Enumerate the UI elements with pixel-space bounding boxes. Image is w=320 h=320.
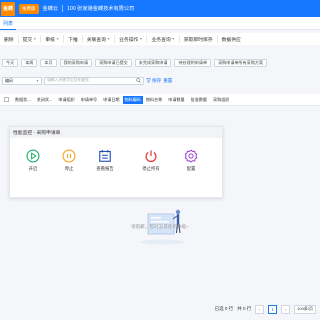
filter-chip[interactable]: 未完成采购申请	[134, 59, 172, 67]
toolbar-button[interactable]: 数据供应	[218, 35, 245, 43]
save-scheme-button[interactable]: 保存	[146, 78, 161, 84]
toolbar-button[interactable]: 审核 ▼	[41, 35, 65, 43]
stop-action[interactable]: 停止	[54, 149, 84, 172]
config-action[interactable]: 配置	[176, 149, 206, 172]
filter-chip[interactable]: 今天	[2, 59, 19, 67]
search-placeholder: 请输入关键字后回车查找	[47, 78, 89, 82]
column-header[interactable]: 关闭状...	[34, 97, 56, 103]
start-action[interactable]: 开启	[18, 149, 48, 172]
pause-circle-icon	[62, 149, 76, 163]
total-count: 共 0 行	[237, 306, 252, 311]
save-label: 保存	[152, 77, 162, 83]
column-header[interactable]: 申请单号	[78, 97, 100, 103]
chevron-down-icon: ▼	[106, 37, 111, 41]
toolbar-button[interactable]: 提交 ▼	[19, 35, 42, 43]
column-header[interactable]: 申请数量	[165, 97, 187, 103]
toolbar-button-label: 数据供应	[221, 37, 241, 43]
app-logo[interactable]: 金蝶	[1, 1, 15, 16]
search-icon[interactable]	[136, 78, 141, 83]
chevron-down-icon: ▼	[35, 78, 39, 83]
toolbar-button-label: 业务查询	[151, 37, 171, 43]
quick-filters: 今天 本周 本月 我的采购申请 采购申请已提交 未完成采购申请 待处理的申请单 采购申请单所有…	[0, 57, 320, 69]
empty-state-message: 很抱歉，暂时没有任何数据~	[131, 224, 189, 229]
toolbar-button[interactable]: 业务操作 ▼	[115, 35, 148, 43]
report-list-icon	[99, 150, 111, 162]
org-name[interactable]: 100 张家港金蝶技术有限公司	[67, 5, 134, 12]
tab-bar: 列表	[0, 17, 320, 30]
next-page-button[interactable]: ›	[281, 304, 291, 314]
tab-list[interactable]: 列表	[0, 17, 17, 30]
search-field-select[interactable]: 编码 ▼	[2, 76, 42, 85]
start-label: 开启	[28, 166, 38, 171]
stop-label: 停止	[64, 166, 74, 171]
column-header[interactable]: 申请组织	[55, 97, 77, 103]
config-label: 配置	[186, 166, 196, 171]
chevron-down-icon: ▼	[55, 37, 60, 41]
view-report-action[interactable]: 查看报告	[90, 149, 120, 172]
column-header[interactable]: 物料编码	[122, 95, 143, 104]
toolbar-button-label: 关联查询	[86, 37, 106, 43]
select-all-checkbox[interactable]	[4, 97, 9, 102]
toolbar-button-label: 业务操作	[119, 37, 139, 43]
current-page[interactable]: 1	[268, 304, 278, 314]
search-field-value: 编码	[5, 77, 13, 83]
selected-count: 已选 0 行	[214, 306, 234, 311]
filter-icon	[146, 78, 151, 83]
filter-chip[interactable]: 本月	[40, 59, 57, 67]
dialog-title: 性能监控 - 采购申请单	[10, 127, 222, 138]
power-icon	[145, 150, 157, 163]
play-circle-icon	[26, 149, 40, 163]
chevron-down-icon: ▼	[33, 37, 37, 41]
reset-button[interactable]: 重置	[163, 78, 172, 84]
trial-badge[interactable]: 免费版	[19, 3, 39, 14]
filter-chip[interactable]: 待处理的申请单	[174, 59, 212, 67]
toolbar-button-label: 提交	[22, 37, 33, 43]
column-header[interactable]: 数据状...	[12, 97, 34, 103]
app-name[interactable]: 金蝶云	[43, 5, 59, 12]
chevron-down-icon: ▼	[171, 37, 175, 41]
pagination-bar: 已选 0 行 共 0 行 ‹ 1 › 100条/页	[0, 302, 320, 316]
toolbar-button[interactable]: 关联查询 ▼	[83, 35, 116, 43]
filter-chip[interactable]: 采购申请单所有采购方案	[214, 59, 268, 67]
toolbar-button[interactable]: 下推	[64, 35, 83, 43]
chevron-down-icon: ▼	[139, 37, 143, 41]
table-header: 数据状... 关闭状... 申请组织 申请单号 申请日期 物料编码 物料名称 申请数量 批准数量…	[0, 94, 320, 106]
filter-chip[interactable]: 本周	[21, 59, 38, 67]
column-header[interactable]: 采购组织	[210, 97, 232, 103]
toolbar-button-label: 删除	[4, 37, 14, 43]
toolbar-button-label: 审核	[45, 37, 55, 43]
view-report-label: 查看报告	[96, 166, 114, 171]
toolbar: 删除 提交 ▼ 审核 ▼ 下推 关联查询 ▼ 业务操作 ▼ 业务查询 ▼ 获取即时库存 数据供应	[0, 33, 320, 45]
filter-chip[interactable]: 我的采购申请	[59, 59, 93, 67]
stop-all-action[interactable]: 停止所有	[136, 149, 166, 172]
settings-gear-icon	[184, 149, 198, 163]
performance-monitor-dialog: 性能监控 - 采购申请单 开启 停止 查看报告 停止所有 配置	[9, 126, 223, 198]
stop-all-label: 停止所有	[142, 166, 160, 171]
divider	[62, 5, 64, 12]
column-header[interactable]: 物料名称	[143, 97, 165, 103]
toolbar-button[interactable]: 业务查询 ▼	[147, 35, 180, 43]
search-input[interactable]: 请输入关键字后回车查找	[44, 76, 144, 85]
search-row: 编码 ▼ 请输入关键字后回车查找 保存 重置	[0, 75, 320, 86]
column-header[interactable]: 批准数量	[188, 97, 210, 103]
toolbar-button[interactable]: 获取即时库存	[180, 35, 218, 43]
page-size-select[interactable]: 100条/页	[294, 304, 316, 314]
toolbar-button-label: 下推	[68, 37, 78, 43]
filter-chip[interactable]: 采购申请已提交	[95, 59, 132, 67]
toolbar-button-label: 获取即时库存	[183, 37, 213, 43]
toolbar-button[interactable]: 删除	[0, 35, 19, 43]
prev-page-button[interactable]: ‹	[255, 304, 265, 314]
empty-state-illustration	[140, 209, 184, 245]
column-header[interactable]: 申请日期	[100, 97, 122, 103]
top-bar: 金蝶 免费版 金蝶云 100 张家港金蝶技术有限公司	[0, 0, 320, 17]
